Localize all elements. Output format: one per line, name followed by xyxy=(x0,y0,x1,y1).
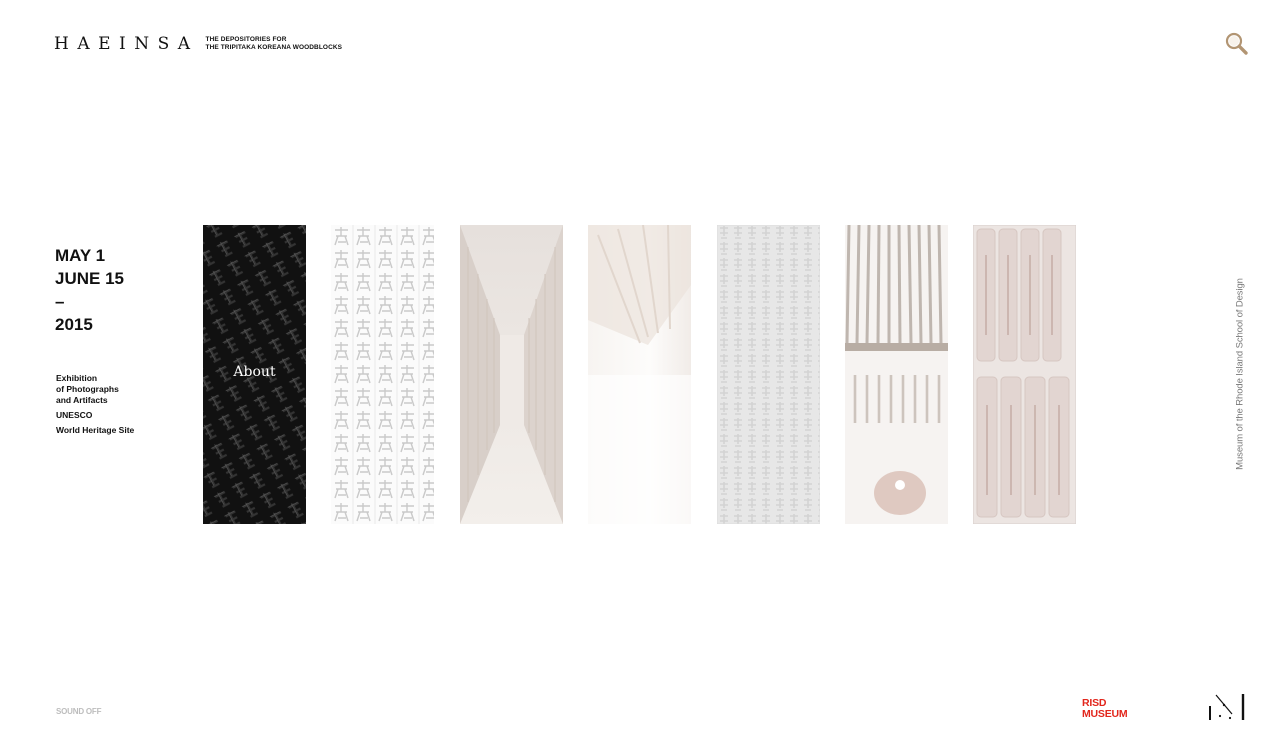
panel-hall[interactable] xyxy=(588,225,691,524)
brand-tagline: THE DEPOSITORIES FOR THE TRIPITAKA KOREA… xyxy=(206,36,343,53)
risd-monogram-icon[interactable] xyxy=(1208,692,1246,722)
panel-corridor[interactable] xyxy=(460,225,563,524)
haeinsa-logo[interactable]: HAEINSA THE DEPOSITORIES FOR THE TRIPITA… xyxy=(54,34,342,54)
date-dash: – xyxy=(55,292,65,311)
risd-museum-logo[interactable]: RISD MUSEUM xyxy=(1082,698,1128,720)
panel-about[interactable]: About xyxy=(203,225,306,524)
magnifier-icon xyxy=(1225,32,1248,55)
panel-calligraphy[interactable] xyxy=(331,225,434,524)
date-start: MAY 1 xyxy=(55,246,106,265)
woodblock-texture-image xyxy=(717,225,820,524)
panel-woodblock[interactable] xyxy=(717,225,820,524)
brand-wordmark: HAEINSA xyxy=(54,34,199,54)
date-end: JUNE 15 xyxy=(55,269,124,288)
calligraphy-image xyxy=(331,225,434,524)
exhibition-dates: MAY 1 JUNE 15 – 2015 xyxy=(55,244,124,336)
museum-line-2: MUSEUM xyxy=(1082,708,1128,720)
exhibition-line-1: Exhibition xyxy=(56,373,98,383)
exhibition-info: Exhibition of Photographs and Artifacts … xyxy=(56,373,134,436)
exhibition-line-3: and Artifacts xyxy=(56,395,108,405)
date-year: 2015 xyxy=(55,315,93,334)
unesco-label: UNESCO xyxy=(56,410,93,420)
hall-image xyxy=(588,225,691,524)
vertical-credit: Museum of the Rhode Island School of Des… xyxy=(1234,278,1246,470)
tablets-image xyxy=(973,225,1076,524)
tagline-line-2: THE TRIPITAKA KOREANA WOODBLOCKS xyxy=(205,44,343,51)
about-label: About xyxy=(233,364,276,380)
panel-window[interactable] xyxy=(845,225,948,524)
search-button[interactable] xyxy=(1224,31,1250,57)
panel-tablets[interactable] xyxy=(973,225,1076,524)
heritage-label: World Heritage Site xyxy=(56,425,135,435)
exhibition-line-2: of Photographs xyxy=(56,384,119,394)
sound-toggle[interactable]: SOUND OFF xyxy=(56,707,102,716)
tagline-line-1: THE DEPOSITORIES FOR xyxy=(205,35,287,43)
window-image xyxy=(845,225,948,524)
corridor-image xyxy=(460,225,563,524)
